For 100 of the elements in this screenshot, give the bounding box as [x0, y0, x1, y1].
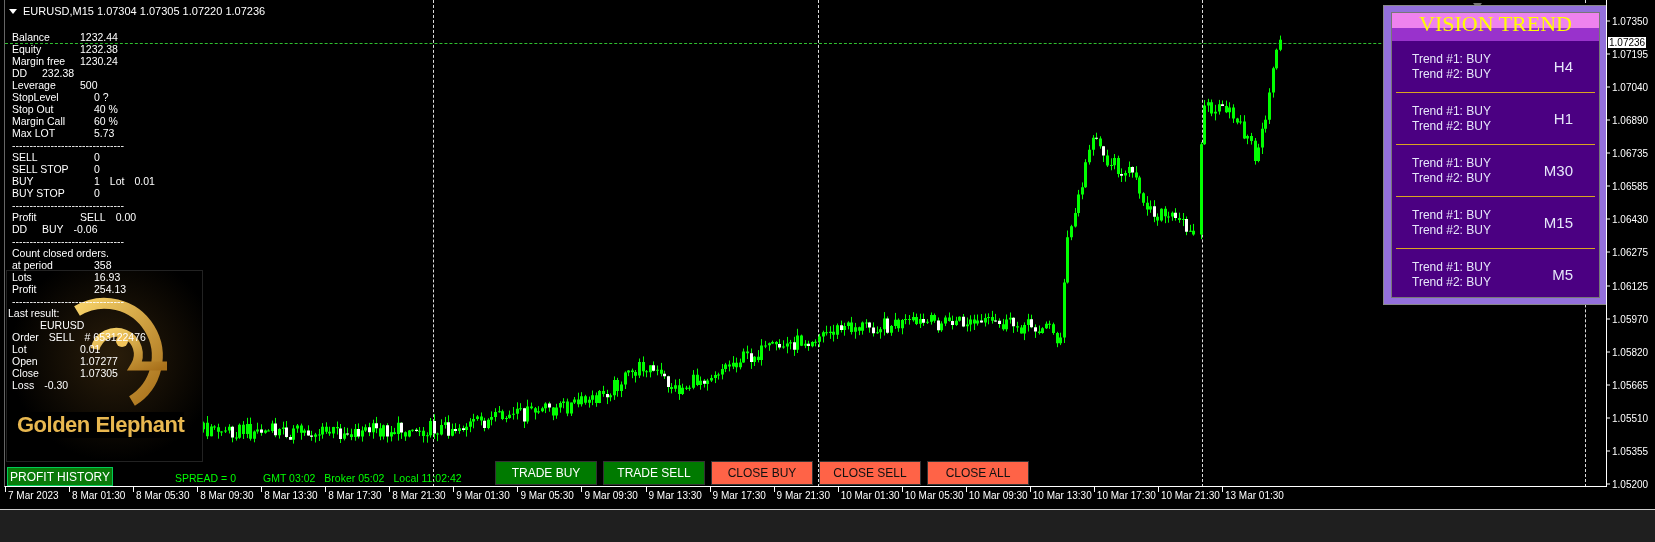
- account-text: 0.01: [80, 343, 101, 355]
- timeframe-label: M5: [1552, 266, 1573, 283]
- time-label: 7 Mar 2023: [8, 490, 59, 501]
- status-text: Broker 05:02: [324, 472, 385, 484]
- account-text: 358: [94, 259, 112, 271]
- price-label: 1.05200: [1612, 478, 1649, 490]
- account-text: Profit: [12, 211, 38, 223]
- time-label: 10 Mar 05:30: [904, 490, 964, 501]
- price-label: 1.06735: [1612, 147, 1649, 159]
- time-label: 10 Mar 21:30: [1160, 490, 1220, 501]
- account-text: 0: [94, 163, 100, 175]
- close-button[interactable]: CLOSE BUY: [711, 461, 813, 485]
- account-text: SELL STOP: [12, 163, 70, 175]
- account-text: 5.73: [94, 127, 115, 139]
- account-text: Margin Call: [12, 115, 67, 127]
- time-label: 9 Mar 01:30: [456, 490, 510, 501]
- divider-text: --------------------------------: [12, 295, 124, 307]
- divider-text: --------------------------------: [12, 199, 124, 211]
- time-label: 9 Mar 17:30: [712, 490, 766, 501]
- close-button[interactable]: CLOSE SELL: [819, 461, 921, 485]
- account-text: Leverage: [12, 79, 57, 91]
- account-text: at period: [12, 259, 54, 271]
- account-text: Balance: [12, 31, 51, 43]
- account-text: Max LOT: [12, 127, 57, 139]
- account-text: 0 ?: [94, 91, 109, 103]
- account-text: 40 %: [94, 103, 118, 115]
- time-label: 10 Mar 01:30: [840, 490, 900, 501]
- account-text: 60 %: [94, 115, 118, 127]
- price-label: 1.05820: [1612, 346, 1649, 358]
- account-text: 0: [94, 151, 100, 163]
- panel-title: VISION TREND: [1419, 11, 1572, 36]
- account-text: Profit: [12, 283, 38, 295]
- close-button[interactable]: CLOSE ALL: [927, 461, 1029, 485]
- timeframe-label: H1: [1553, 110, 1573, 127]
- price-label: 1.06430: [1612, 213, 1649, 225]
- time-label: 8 Mar 13:30: [264, 490, 318, 501]
- trend-text: Trend #2: BUY: [1412, 66, 1491, 82]
- time-label: 8 Mar 01:30: [72, 490, 126, 501]
- account-text: Equity: [12, 43, 43, 55]
- time-label: 8 Mar 05:30: [136, 490, 190, 501]
- trend-text: Trend #2: BUY: [1412, 118, 1491, 134]
- account-text: DD: [12, 67, 29, 79]
- account-text: Count closed orders.: [12, 247, 109, 259]
- time-label: 8 Mar 09:30: [200, 490, 254, 501]
- price-label: 1.07195: [1612, 48, 1649, 60]
- price-label: 1.05355: [1612, 445, 1649, 457]
- account-text: 1232.38: [80, 43, 118, 55]
- time-label: 13 Mar 01:30: [1224, 490, 1284, 501]
- price-label: 1.05510: [1612, 412, 1649, 424]
- account-text: 1232.44: [80, 31, 118, 43]
- timeframe-label: M15: [1543, 214, 1573, 231]
- time-label: 9 Mar 05:30: [520, 490, 574, 501]
- account-text: 254.13: [94, 283, 127, 295]
- trade-button[interactable]: TRADE BUY: [495, 461, 597, 485]
- account-text: Lots: [12, 271, 33, 283]
- logo-text: Golden Elephant: [17, 412, 185, 438]
- account-text: Stop Out: [12, 103, 55, 115]
- price-label: 1.07350: [1612, 15, 1649, 27]
- divider-text: --------------------------------: [12, 139, 124, 151]
- profit-history-button[interactable]: PROFIT HISTORY: [7, 467, 113, 486]
- trend-text: Trend #2: BUY: [1412, 222, 1491, 238]
- account-text: 1.07305: [80, 367, 118, 379]
- status-text: Local 11:02:42: [393, 472, 462, 484]
- account-text: SELL: [12, 151, 39, 163]
- account-text: 500: [80, 79, 98, 91]
- trend-text: Trend #1: BUY: [1412, 103, 1491, 119]
- time-label: 8 Mar 21:30: [392, 490, 446, 501]
- account-text: 232.38: [42, 67, 75, 79]
- account-text: 0.00: [115, 211, 137, 223]
- chart-title: EURUSD,M15 1.07304 1.07305 1.07220 1.07236: [23, 5, 266, 17]
- account-text: StopLevel: [12, 91, 60, 103]
- price-label: 1.06890: [1612, 114, 1649, 126]
- divider-text: --------------------------------: [12, 235, 124, 247]
- price-label: 1.06585: [1612, 180, 1649, 192]
- dropdown-icon[interactable]: [9, 8, 17, 14]
- trade-button[interactable]: TRADE SELL: [603, 461, 705, 485]
- trend-text: Trend #1: BUY: [1412, 155, 1491, 171]
- account-text: SELL: [48, 331, 75, 343]
- account-text: Last result:: [8, 307, 60, 319]
- current-price-label: 1.07236: [1608, 37, 1647, 48]
- price-label: 1.06125: [1612, 280, 1649, 292]
- price-label: 1.07040: [1612, 81, 1649, 93]
- account-text: DD: [12, 223, 29, 235]
- price-label: 1.05665: [1612, 379, 1649, 391]
- account-text: BUY: [12, 175, 35, 187]
- account-text: Loss: [12, 379, 35, 391]
- account-text: Lot: [109, 175, 125, 187]
- time-label: 10 Mar 13:30: [1032, 490, 1092, 501]
- account-text: Margin free: [12, 55, 67, 67]
- account-text: EURUSD: [40, 319, 85, 331]
- time-label: 9 Mar 09:30: [584, 490, 638, 501]
- account-text: 1.07277: [80, 355, 118, 367]
- account-text: Close: [12, 367, 40, 379]
- status-text: GMT 03:02: [263, 472, 316, 484]
- account-text: 0: [94, 187, 100, 199]
- time-label: 10 Mar 17:30: [1096, 490, 1156, 501]
- timeframe-label: M30: [1543, 162, 1573, 179]
- account-text: SELL: [80, 211, 106, 223]
- account-text: BUY STOP: [12, 187, 66, 199]
- time-label: 9 Mar 21:30: [776, 490, 830, 501]
